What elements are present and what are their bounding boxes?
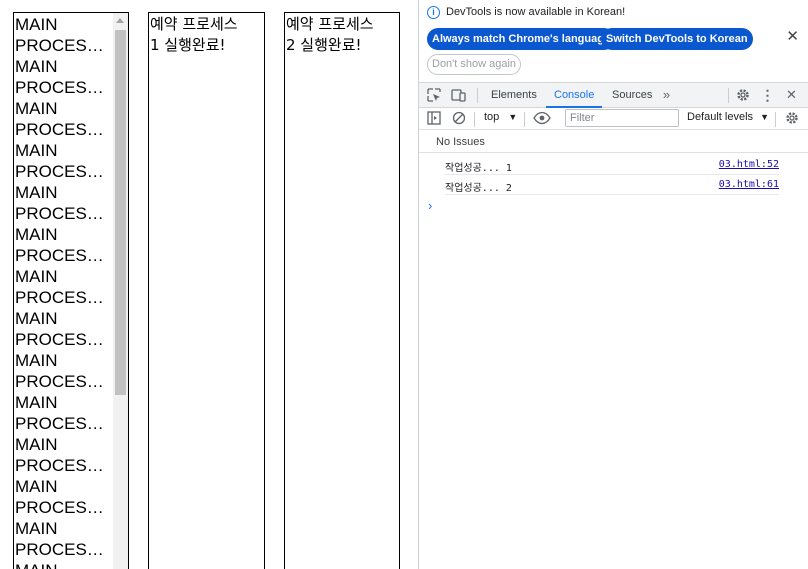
main-process-line: MAIN — [15, 225, 58, 244]
console-log-row: 작업성공... 1 03.html:52 — [445, 155, 779, 175]
main-process-line: PROCESS...EX — [15, 162, 113, 181]
console-log-source-link[interactable]: 03.html:61 — [719, 179, 779, 190]
scrollbar-thumb[interactable] — [115, 30, 126, 395]
main-process-line: MAIN — [15, 393, 58, 412]
main-process-box: MAINPROCESS...EXMAINPROCESS...EXMAINPROC… — [13, 12, 129, 569]
devtools-panel: i DevTools is now available in Korean! A… — [418, 0, 808, 569]
reserved-process-2-text: 예약 프로세스 2 실행완료! — [286, 14, 374, 56]
main-process-line: MAIN — [15, 435, 58, 454]
main-process-line: MAIN — [15, 351, 58, 370]
devtools-tabbar: Elements Console Sources » ⋮ ✕ — [419, 82, 808, 108]
reserved-process-1-line-2: 1 실행완료! — [150, 36, 226, 54]
log-levels-value: Default levels — [687, 111, 754, 123]
close-notice-icon[interactable]: ✕ — [786, 29, 799, 45]
chevron-down-icon: ▼ — [760, 112, 770, 122]
main-process-line: MAIN — [15, 519, 58, 538]
reserved-process-2-line-1: 예약 프로세스 — [286, 15, 374, 33]
main-process-line: PROCESS...EX — [15, 78, 113, 97]
info-icon: i — [427, 6, 440, 19]
close-devtools-icon[interactable]: ✕ — [784, 88, 799, 102]
always-match-language-button[interactable]: Always match Chrome's language — [427, 28, 616, 50]
main-process-line: PROCESS...EX — [15, 120, 113, 139]
more-tabs-icon[interactable]: » — [659, 88, 674, 102]
main-process-line: PROCESS...EX — [15, 204, 113, 223]
dont-show-again-button[interactable]: Don't show again — [427, 54, 522, 75]
console-filter-input[interactable] — [565, 109, 679, 127]
clear-console-icon[interactable] — [451, 111, 466, 125]
scroll-up-arrow-icon[interactable] — [116, 18, 124, 23]
main-process-line: PROCESS...EX — [15, 330, 113, 349]
sidebar-toggle-icon[interactable] — [426, 111, 441, 125]
console-log-message: 작업성공... 2 — [445, 183, 512, 194]
tab-elements[interactable]: Elements — [491, 83, 537, 108]
main-process-line: MAIN — [15, 99, 58, 118]
main-process-line: MAIN — [15, 267, 58, 286]
vertical-scrollbar[interactable] — [113, 13, 128, 569]
main-process-line: PROCESS...EX — [15, 456, 113, 475]
console-prompt-icon[interactable]: › — [428, 198, 432, 213]
notice-text: DevTools is now available in Korean! — [446, 6, 626, 18]
log-levels-dropdown[interactable]: Default levels ▼ — [687, 111, 769, 123]
main-process-line: PROCESS...EX — [15, 540, 113, 559]
issues-bar[interactable]: No Issues — [419, 131, 808, 153]
web-page: MAINPROCESS...EXMAINPROCESS...EXMAINPROC… — [0, 0, 418, 569]
main-process-line: PROCESS...EX — [15, 372, 113, 391]
main-process-line: PROCESS...EX — [15, 246, 113, 265]
tab-sources[interactable]: Sources — [612, 83, 652, 108]
main-process-line: PROCESS...EX — [15, 288, 113, 307]
reserved-process-1-box: 예약 프로세스 1 실행완료! — [148, 12, 265, 569]
context-selector[interactable]: top ▼ — [484, 111, 517, 123]
issues-text: No Issues — [436, 136, 485, 148]
main-process-line: MAIN — [15, 57, 58, 76]
language-notice-bar: i DevTools is now available in Korean! A… — [419, 0, 808, 81]
main-process-line: MAIN — [15, 183, 58, 202]
reserved-process-2-line-2: 2 실행완료! — [286, 36, 362, 54]
console-settings-gear-icon[interactable] — [784, 111, 799, 125]
tab-console[interactable]: Console — [546, 83, 603, 108]
main-process-line: PROCESS...EX — [15, 498, 113, 517]
settings-gear-icon[interactable] — [735, 88, 750, 102]
chevron-down-icon: ▼ — [508, 112, 518, 122]
main-process-line: MAIN — [15, 141, 58, 160]
main-process-log: MAINPROCESS...EXMAINPROCESS...EXMAINPROC… — [15, 14, 113, 569]
more-options-icon[interactable]: ⋮ — [760, 88, 775, 102]
main-process-line: PROCESS...EX — [15, 36, 113, 55]
main-process-line: PROCESS...EX — [15, 414, 113, 433]
device-toolbar-icon[interactable] — [451, 88, 466, 102]
console-log-message: 작업성공... 1 — [445, 163, 512, 174]
inspect-element-icon[interactable] — [426, 88, 441, 102]
eye-icon[interactable] — [533, 111, 551, 125]
main-process-line: MAIN — [15, 477, 58, 496]
reserved-process-1-line-1: 예약 프로세스 — [150, 15, 238, 33]
context-selector-value: top — [484, 111, 500, 123]
console-toolbar: top ▼ Default levels ▼ — [419, 108, 808, 130]
reserved-process-2-box: 예약 프로세스 2 실행완료! — [284, 12, 400, 569]
main-process-line: MAIN — [15, 309, 58, 328]
main-process-line: MAIN — [15, 15, 58, 34]
reserved-process-1-text: 예약 프로세스 1 실행완료! — [150, 14, 238, 56]
console-log-source-link[interactable]: 03.html:52 — [719, 159, 779, 170]
console-log-row: 작업성공... 2 03.html:61 — [445, 175, 779, 195]
main-process-line: MAIN — [15, 560, 113, 569]
switch-to-korean-button[interactable]: Switch DevTools to Korean — [601, 28, 753, 50]
